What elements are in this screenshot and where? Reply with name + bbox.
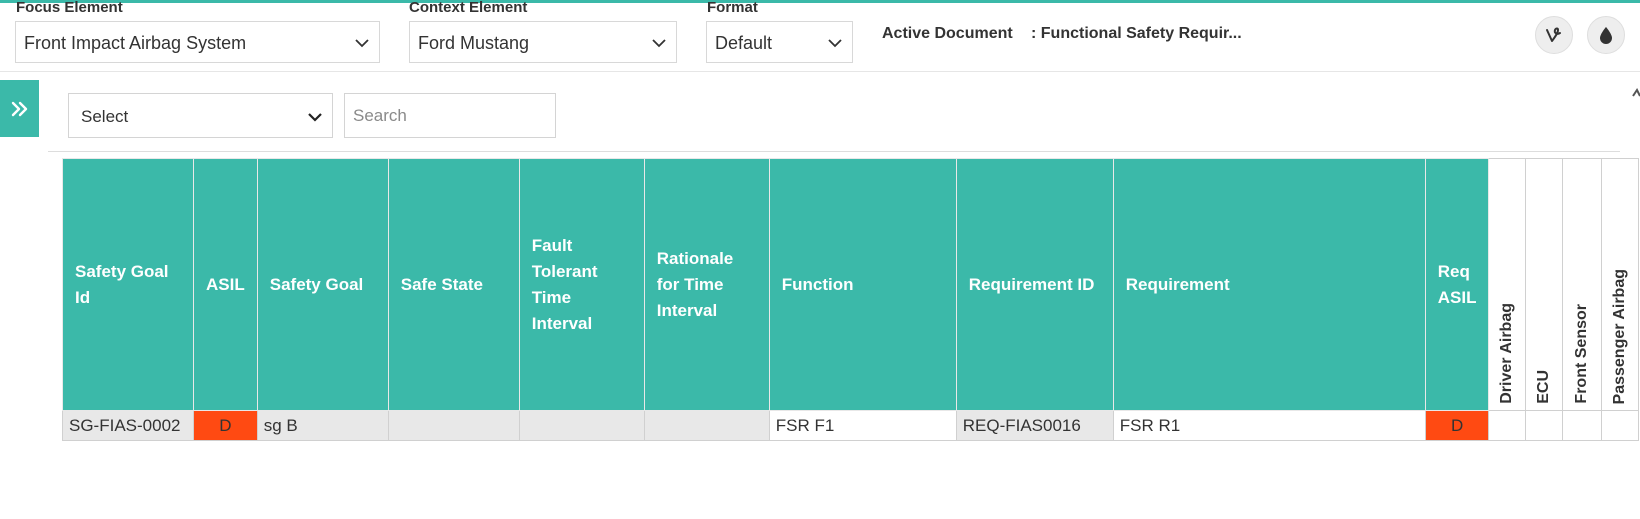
chevron-down-icon [355,39,369,48]
cell-ftti[interactable] [518,410,645,441]
cell-safe-state[interactable] [387,410,520,441]
table-header-row: Safety Goal Id ASIL Safety Goal Safe Sta… [62,158,1640,411]
active-document-value: : Functional Safety Requir... [1031,25,1242,42]
chevron-down-icon [828,39,842,48]
requirements-table: Safety Goal Id ASIL Safety Goal Safe Sta… [62,158,1640,441]
cell-asil-badge: D [193,410,258,441]
cell-requirement-id[interactable]: REQ-FIAS0016 [955,410,1114,441]
col-ecu-label: ECU [1535,370,1553,404]
col-ecu[interactable]: ECU [1525,158,1564,411]
header-bar: Focus Element Front Impact Airbag System… [0,0,1640,72]
scroll-up-icon[interactable] [1632,88,1640,98]
context-element-dropdown[interactable]: Ford Mustang [409,21,677,63]
col-ftti[interactable]: Fault Tolerant Time Interval [518,158,645,411]
focus-element-value: Front Impact Airbag System [24,33,247,53]
cell-function-link[interactable]: FSR F1 [768,410,957,441]
sidebar-expand-button[interactable] [0,80,39,137]
col-function[interactable]: Function [768,158,957,411]
context-element-value: Ford Mustang [418,33,530,53]
chevron-down-icon [308,113,322,122]
format-label: Format [707,0,758,16]
filter-select[interactable]: Select [68,93,333,138]
focus-element-label: Focus Element [16,0,123,16]
double-chevron-right-icon [11,101,27,116]
cell-req-asil-badge: D [1424,410,1490,441]
col-front-sensor[interactable]: Front Sensor [1562,158,1603,411]
col-passenger-airbag[interactable]: Passenger Airbag [1601,158,1640,411]
col-safe-state[interactable]: Safe State [387,158,520,411]
cell-rationale[interactable] [643,410,770,441]
active-document-label: Active Document [882,25,1013,42]
col-driver-airbag-label: Driver Airbag [1498,303,1516,404]
water-drop-icon [1600,27,1612,44]
format-dropdown[interactable]: Default [706,21,853,63]
cell-requirement-link[interactable]: FSR R1 [1112,410,1426,441]
col-safety-goal-id[interactable]: Safety Goal Id [62,158,194,411]
cell-front-sensor[interactable] [1562,410,1603,441]
vine-button[interactable] [1535,16,1573,54]
theme-button[interactable] [1587,16,1625,54]
context-element-label: Context Element [409,0,528,16]
col-req-asil[interactable]: Req ASIL [1424,158,1490,411]
cell-safety-goal-id[interactable]: SG-FIAS-0002 [62,410,194,441]
search-input[interactable] [344,93,556,138]
cell-ecu[interactable] [1525,410,1564,441]
divider [48,151,1620,152]
cell-passenger-airbag[interactable] [1601,410,1640,441]
col-asil[interactable]: ASIL [193,158,258,411]
col-rationale[interactable]: Rationale for Time Interval [643,158,770,411]
col-driver-airbag[interactable]: Driver Airbag [1488,158,1527,411]
cell-driver-airbag[interactable] [1488,410,1527,441]
col-safety-goal[interactable]: Safety Goal [256,158,389,411]
table-row[interactable]: SG-FIAS-0002 D sg B FSR F1 REQ-FIAS0016 … [62,410,1640,441]
focus-element-dropdown[interactable]: Front Impact Airbag System [15,21,380,63]
cell-safety-goal[interactable]: sg B [256,410,389,441]
col-passenger-airbag-label: Passenger Airbag [1611,268,1629,404]
col-requirement[interactable]: Requirement [1112,158,1426,411]
chevron-down-icon [652,39,666,48]
col-requirement-id[interactable]: Requirement ID [955,158,1114,411]
filter-select-value: Select [81,107,129,126]
vine-icon [1546,27,1561,42]
format-value: Default [715,33,773,53]
col-front-sensor-label: Front Sensor [1573,304,1591,404]
